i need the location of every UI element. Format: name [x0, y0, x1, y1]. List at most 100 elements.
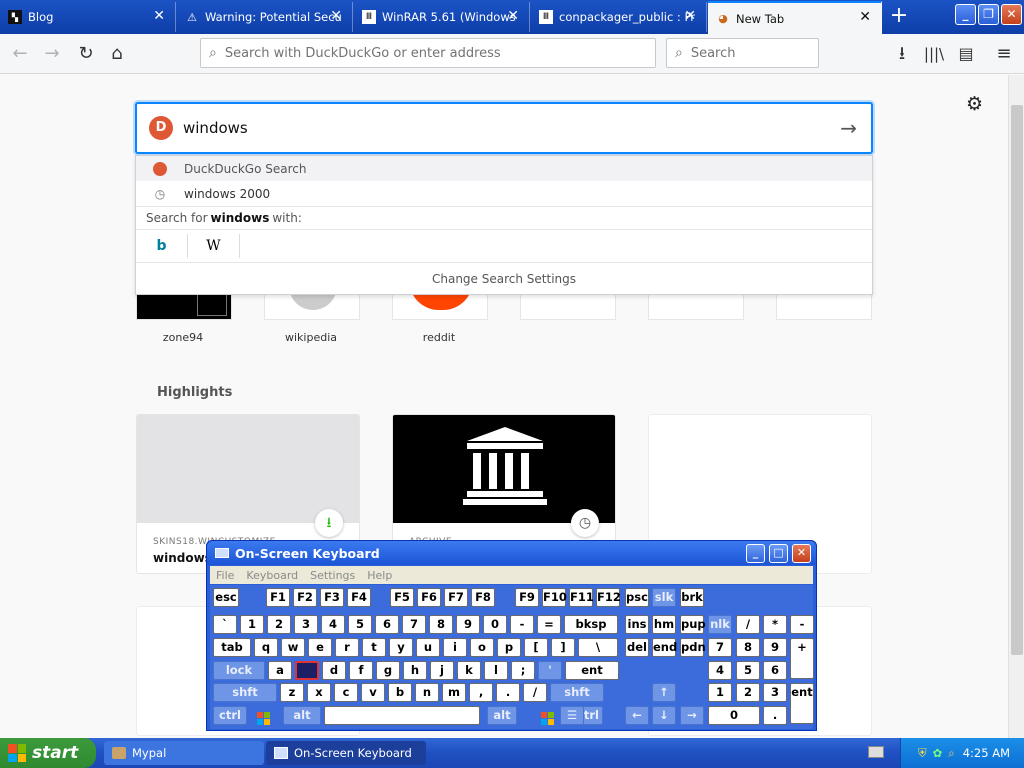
key-ent[interactable]: ent	[565, 661, 619, 680]
key-F2[interactable]: F2	[293, 588, 317, 607]
key-1[interactable]: 1	[708, 683, 732, 702]
suggestion-history[interactable]: ◷ windows 2000	[136, 181, 872, 206]
key-k[interactable]: k	[457, 661, 481, 680]
gear-icon[interactable]: ⚙	[966, 93, 983, 115]
key-o[interactable]: o	[470, 638, 494, 657]
key--[interactable]: -	[510, 615, 534, 634]
osk-menu-help[interactable]: Help	[361, 569, 398, 582]
search-bar[interactable]: ⌕ Search	[666, 38, 819, 68]
key-F11[interactable]: F11	[569, 588, 594, 607]
close-tab-icon[interactable]: ✕	[684, 8, 696, 24]
key-←[interactable]: ←	[625, 706, 649, 725]
key-u[interactable]: u	[416, 638, 440, 657]
key-ent[interactable]: ent	[790, 683, 814, 724]
osk-menu-keyboard[interactable]: Keyboard	[240, 569, 304, 582]
key-pup[interactable]: pup	[680, 615, 706, 634]
key-s[interactable]	[295, 661, 319, 680]
windows-logo-key[interactable]	[534, 706, 560, 725]
key-alt[interactable]: alt	[487, 706, 517, 725]
reload-icon[interactable]: ↻	[72, 40, 100, 68]
key-'[interactable]: '	[538, 661, 562, 680]
key-hm[interactable]: hm	[652, 615, 676, 634]
tab-warning[interactable]: ⚠ Warning: Potential Secu ✕	[177, 2, 353, 32]
key-tab[interactable]: tab	[213, 638, 251, 657]
key-2[interactable]: 2	[267, 615, 291, 634]
key-7[interactable]: 7	[402, 615, 426, 634]
tab-winrar[interactable]: Ⅲ WinRAR 5.61 (Windows ✕	[354, 2, 530, 32]
menu-key[interactable]: ☰	[560, 706, 584, 725]
key-shft[interactable]: shft	[550, 683, 604, 702]
key-6[interactable]: 6	[763, 661, 787, 680]
key-shft[interactable]: shft	[213, 683, 277, 702]
new-tab-plus-icon[interactable]: +	[886, 4, 912, 30]
key-F12[interactable]: F12	[596, 588, 621, 607]
osk-close-button[interactable]: ✕	[792, 544, 811, 563]
key-g[interactable]: g	[376, 661, 400, 680]
key-n[interactable]: n	[415, 683, 439, 702]
key-*[interactable]: *	[763, 615, 787, 634]
key-↑[interactable]: ↑	[652, 683, 676, 702]
wikipedia-w-icon[interactable]: W	[188, 234, 240, 258]
space-key[interactable]	[324, 706, 480, 725]
key-ctrl[interactable]: ctrl	[213, 706, 247, 725]
close-tab-icon[interactable]: ✕	[330, 8, 342, 24]
change-search-settings-button[interactable]: Change Search Settings	[136, 263, 872, 294]
key-x[interactable]: x	[307, 683, 331, 702]
key-brk[interactable]: brk	[680, 588, 704, 607]
key-.[interactable]: .	[496, 683, 520, 702]
key-q[interactable]: q	[254, 638, 278, 657]
key-h[interactable]: h	[403, 661, 427, 680]
key-e[interactable]: e	[308, 638, 332, 657]
suggestion-duckduckgo[interactable]: DuckDuckGo Search	[136, 156, 872, 181]
key-9[interactable]: 9	[456, 615, 480, 634]
key-y[interactable]: y	[389, 638, 413, 657]
key-2[interactable]: 2	[736, 683, 760, 702]
osk-maximize-button[interactable]: □	[769, 544, 788, 563]
tab-conpackager[interactable]: Ⅲ conpackager_public : Fr ✕	[531, 2, 707, 32]
key-→[interactable]: →	[680, 706, 704, 725]
forward-arrow-icon[interactable]: →	[38, 40, 66, 68]
key-bksp[interactable]: bksp	[564, 615, 618, 634]
network-icon[interactable]: ✿	[933, 746, 943, 760]
tab-new-tab[interactable]: ◕ New Tab ✕	[708, 1, 882, 34]
key-,[interactable]: ,	[469, 683, 493, 702]
windows-logo-key[interactable]	[250, 706, 276, 725]
key-5[interactable]: 5	[736, 661, 760, 680]
bing-icon[interactable]: b	[136, 234, 188, 258]
key-F7[interactable]: F7	[444, 588, 468, 607]
key-ins[interactable]: ins	[625, 615, 649, 634]
key-end[interactable]: end	[652, 638, 677, 657]
key-v[interactable]: v	[361, 683, 385, 702]
key-4[interactable]: 4	[321, 615, 345, 634]
key-esc[interactable]: esc	[213, 588, 239, 607]
search-go-arrow-icon[interactable]: →	[840, 116, 857, 140]
key-7[interactable]: 7	[708, 638, 732, 657]
keyboard-tray-icon[interactable]	[868, 746, 884, 758]
key-9[interactable]: 9	[763, 638, 787, 657]
key-5[interactable]: 5	[348, 615, 372, 634]
key-F8[interactable]: F8	[471, 588, 495, 607]
key-pdn[interactable]: pdn	[680, 638, 706, 657]
key-/[interactable]: /	[736, 615, 760, 634]
key-/[interactable]: /	[523, 683, 547, 702]
key-F5[interactable]: F5	[390, 588, 414, 607]
key-1[interactable]: 1	[240, 615, 264, 634]
key-p[interactable]: p	[497, 638, 521, 657]
key-3[interactable]: 3	[294, 615, 318, 634]
key-i[interactable]: i	[443, 638, 467, 657]
key-.[interactable]: .	[763, 706, 787, 725]
key-0[interactable]: 0	[708, 706, 760, 725]
key-↓[interactable]: ↓	[652, 706, 676, 725]
key-F1[interactable]: F1	[266, 588, 290, 607]
key-;[interactable]: ;	[511, 661, 535, 680]
key-4[interactable]: 4	[708, 661, 732, 680]
key-b[interactable]: b	[388, 683, 412, 702]
minimize-window-button[interactable]: _	[955, 4, 976, 25]
sidebar-icon[interactable]: ▤	[952, 40, 980, 68]
key-F9[interactable]: F9	[515, 588, 539, 607]
key-8[interactable]: 8	[736, 638, 760, 657]
tab-blog[interactable]: ▚ Blog ✕	[0, 2, 176, 32]
close-tab-icon[interactable]: ✕	[507, 8, 519, 24]
close-window-button[interactable]: ✕	[1001, 4, 1022, 25]
key--[interactable]: -	[790, 615, 814, 634]
